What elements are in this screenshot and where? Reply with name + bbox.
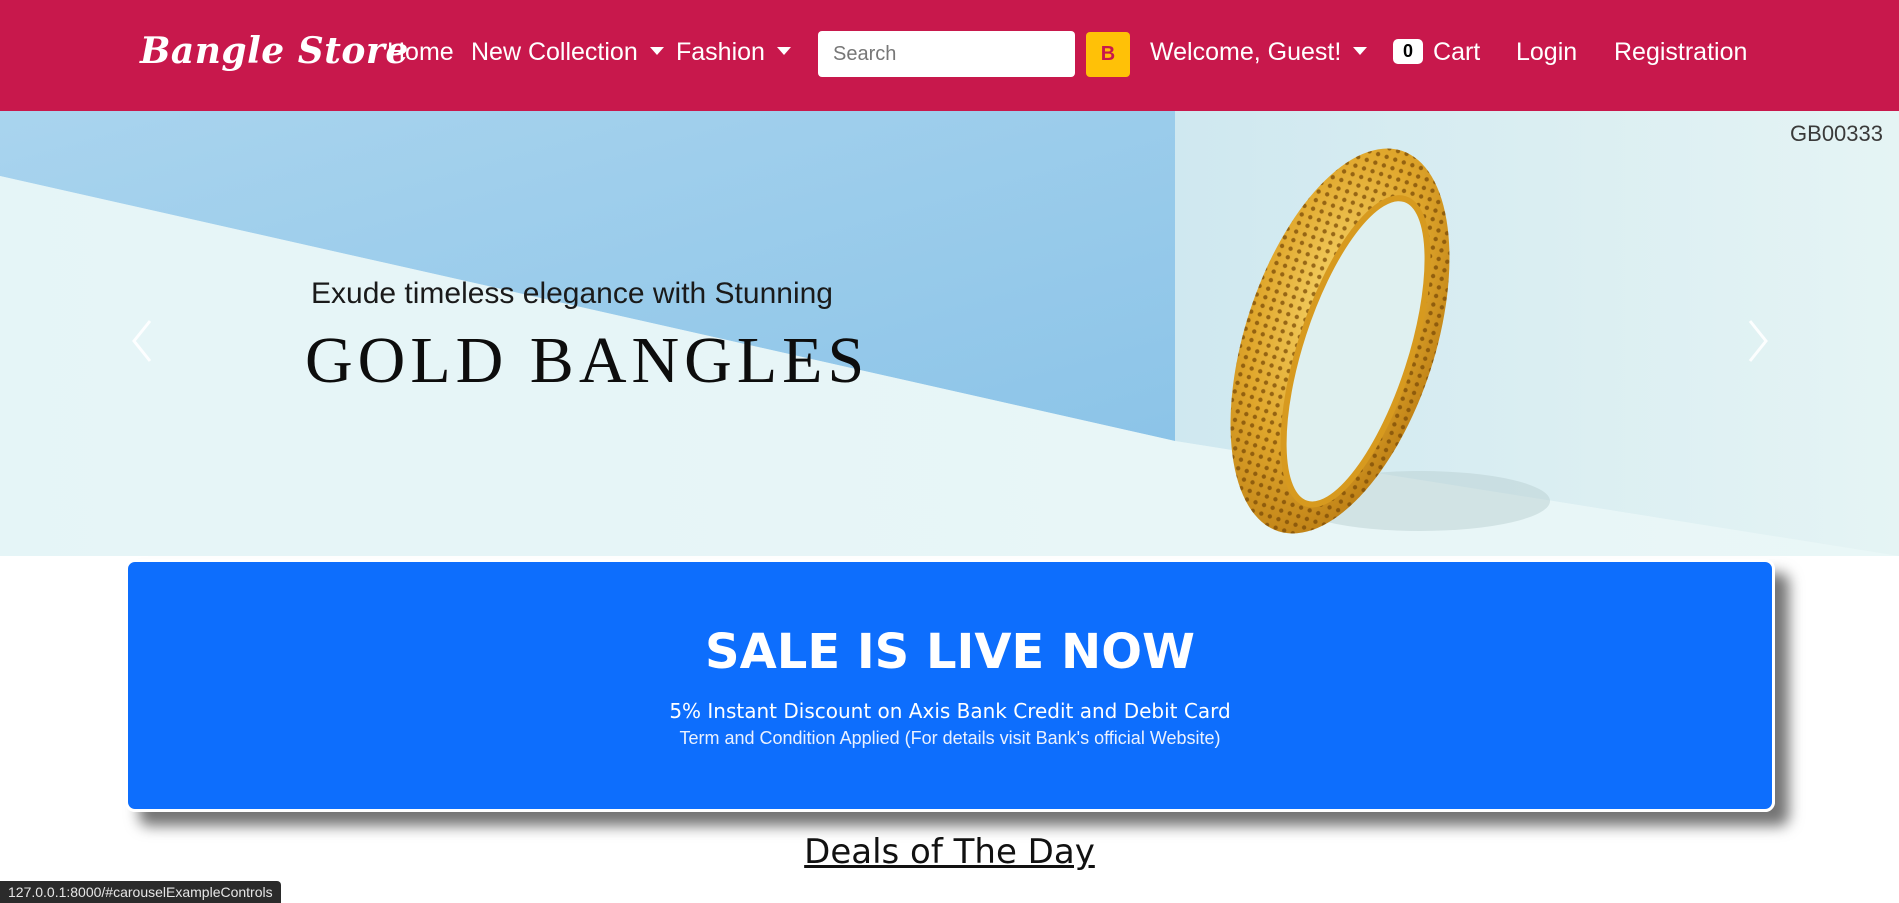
nav-login[interactable]: Login <box>1516 38 1577 67</box>
search-button[interactable]: B <box>1086 32 1130 77</box>
nav-fashion-dropdown[interactable]: Fashion <box>676 38 791 67</box>
cart-label: Cart <box>1433 38 1481 66</box>
caret-down-icon <box>1353 47 1368 56</box>
nav-new-collection-label: New Collection <box>471 38 638 66</box>
nav-fashion-label: Fashion <box>676 38 765 66</box>
sale-discount-text: 5% Instant Discount on Axis Bank Credit … <box>669 699 1231 723</box>
search-input[interactable] <box>818 31 1075 77</box>
sale-banner: SALE IS LIVE NOW 5% Instant Discount on … <box>125 559 1775 812</box>
caret-down-icon <box>776 47 791 56</box>
sale-title: SALE IS LIVE NOW <box>705 624 1195 680</box>
hero-carousel: GB00333 Exude timeless elegance with Stu… <box>0 111 1899 556</box>
brand-logo[interactable]: Bangle Store <box>140 30 409 72</box>
product-code-label: GB00333 <box>1790 121 1883 146</box>
nav-home[interactable]: Home <box>387 38 454 67</box>
nav-cart[interactable]: 0 Cart <box>1393 38 1480 67</box>
chevron-right-icon[interactable] <box>1738 311 1778 371</box>
browser-status-url: 127.0.0.1:8000/#carouselExampleControls <box>0 881 281 903</box>
hero-tagline: Exude timeless elegance with Stunning <box>311 277 833 310</box>
sale-terms-text: Term and Condition Applied (For details … <box>679 728 1221 748</box>
welcome-label: Welcome, Guest! <box>1150 38 1342 66</box>
hero-title: GOLD BANGLES <box>305 324 870 397</box>
nav-new-collection-dropdown[interactable]: New Collection <box>471 38 664 67</box>
user-welcome-dropdown[interactable]: Welcome, Guest! <box>1150 38 1368 67</box>
chevron-left-icon[interactable] <box>122 311 162 371</box>
cart-count-badge: 0 <box>1393 38 1424 64</box>
hero-background-image <box>0 111 1899 556</box>
nav-registration[interactable]: Registration <box>1614 38 1747 67</box>
deals-heading: Deals of The Day <box>804 832 1095 872</box>
navbar: Bangle Store Home New Collection Fashion… <box>0 0 1899 111</box>
caret-down-icon <box>649 47 664 56</box>
